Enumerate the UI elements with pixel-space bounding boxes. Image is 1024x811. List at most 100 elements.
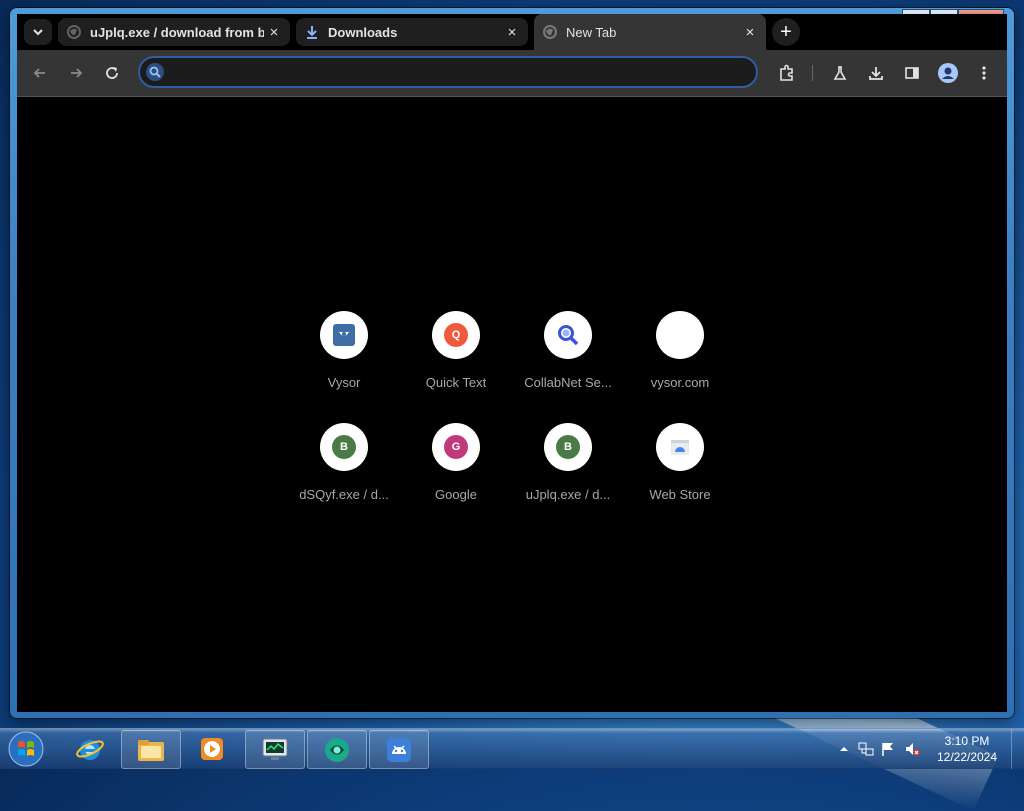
shortcut-label: CollabNet Se...	[524, 375, 612, 390]
vysor-icon	[333, 324, 355, 346]
volume-button[interactable]	[904, 741, 920, 757]
windows-start-icon	[8, 731, 44, 767]
shortcut-icon-tile: B	[544, 423, 592, 471]
close-tab-button[interactable]: ×	[502, 24, 522, 41]
taskbar-media-player[interactable]	[183, 730, 241, 767]
extensions-button[interactable]	[775, 61, 799, 85]
task-manager-icon	[262, 738, 288, 760]
collabnet-icon	[558, 325, 579, 346]
shortcut-icon-tile	[320, 311, 368, 359]
windows-taskbar: 3:10 PM 12/22/2024	[0, 728, 1024, 769]
system-tray: 3:10 PM 12/22/2024	[834, 729, 1024, 769]
extensions-icon	[780, 64, 793, 81]
clock-date: 12/22/2024	[936, 750, 998, 764]
web-store-icon	[671, 440, 689, 455]
globe-icon	[542, 24, 558, 40]
taskbar-app[interactable]	[307, 730, 367, 769]
tab-downloads[interactable]: Downloads ×	[296, 18, 528, 46]
browser-window: ▁ □ ✕ uJplq.exe / download from ba × Dow…	[10, 8, 1014, 718]
internet-explorer-icon	[76, 739, 104, 760]
clock-time: 3:10 PM	[944, 734, 990, 748]
forward-button[interactable]	[64, 61, 88, 85]
shortcut-label: Web Store	[649, 487, 711, 502]
side-panel-button[interactable]	[900, 61, 924, 85]
taskbar-clock[interactable]: 3:10 PM 12/22/2024	[932, 733, 1002, 765]
chrome-app: uJplq.exe / download from ba × Downloads…	[17, 14, 1007, 712]
volume-muted-icon	[906, 743, 920, 756]
close-tab-button[interactable]: ×	[740, 24, 760, 41]
shortcut-icon-tile	[656, 423, 704, 471]
address-bar[interactable]	[138, 56, 758, 88]
shortcut-ujplq[interactable]: B uJplq.exe / d...	[512, 423, 624, 535]
taskbar-android[interactable]	[369, 730, 429, 769]
toolbar-divider	[812, 65, 813, 81]
letter-b-icon: B	[556, 435, 580, 459]
back-button[interactable]	[28, 61, 52, 85]
menu-button[interactable]	[972, 61, 996, 85]
tab-title: Downloads	[328, 24, 398, 40]
tab-title: uJplq.exe / download from ba	[90, 24, 264, 40]
new-tab-button[interactable]: +	[772, 18, 800, 46]
shortcut-icon-tile: Q	[432, 311, 480, 359]
shortcut-label: vysor.com	[650, 375, 710, 390]
close-tab-button[interactable]: ×	[264, 24, 284, 41]
arrow-right-icon	[71, 68, 83, 78]
tab-new-tab[interactable]: New Tab ×	[534, 14, 766, 50]
shortcut-collabnet[interactable]: CollabNet Se...	[512, 311, 624, 423]
search-icon	[146, 63, 164, 81]
reload-icon	[106, 67, 118, 79]
tab-title: New Tab	[566, 24, 617, 40]
shortcut-icon-tile: B	[320, 423, 368, 471]
downloads-button[interactable]	[864, 61, 888, 85]
app-icon	[325, 737, 349, 762]
shortcut-vysor-com[interactable]: vysor.com	[624, 311, 736, 423]
labs-button[interactable]	[828, 61, 852, 85]
letter-g-icon: G	[444, 435, 468, 459]
shortcut-web-store[interactable]: Web Store	[624, 423, 736, 535]
show-hidden-icon	[840, 747, 848, 751]
profile-button[interactable]	[936, 61, 960, 85]
profile-icon	[938, 63, 958, 83]
shortcut-quick-text[interactable]: Q Quick Text	[400, 311, 512, 423]
file-explorer-icon	[138, 739, 164, 761]
shortcut-icon-tile: G	[432, 423, 480, 471]
globe-icon	[66, 24, 82, 40]
letter-b-icon: B	[332, 435, 356, 459]
action-center-icon	[882, 743, 893, 756]
show-hidden-icons-button[interactable]	[836, 741, 852, 757]
reload-button[interactable]	[100, 61, 124, 85]
network-button[interactable]	[858, 741, 874, 757]
shortcut-dsqyf[interactable]: B dSQyf.exe / d...	[288, 423, 400, 535]
browser-toolbar	[17, 50, 1007, 96]
shortcut-vysor[interactable]: Vysor	[288, 311, 400, 423]
android-icon	[387, 737, 411, 762]
shortcuts-grid: Vysor Q Quick Text CollabNet Se... vysor…	[17, 97, 1007, 712]
media-player-icon	[201, 737, 223, 760]
shortcut-google[interactable]: G Google	[400, 423, 512, 535]
tab-strip: uJplq.exe / download from ba × Downloads…	[17, 14, 1007, 50]
address-input[interactable]	[170, 62, 744, 84]
tab-ujplq[interactable]: uJplq.exe / download from ba ×	[58, 18, 290, 46]
shortcut-label: Vysor	[327, 375, 361, 390]
taskbar-file-explorer[interactable]	[121, 730, 181, 769]
start-button[interactable]	[6, 730, 46, 768]
shortcut-icon-tile	[544, 311, 592, 359]
shortcut-label: dSQyf.exe / d...	[299, 487, 389, 502]
download-icon	[869, 67, 883, 80]
download-icon	[304, 24, 320, 40]
side-panel-icon	[905, 67, 919, 79]
taskbar-internet-explorer[interactable]	[61, 730, 119, 767]
tab-search-button[interactable]	[24, 19, 52, 45]
show-desktop-button[interactable]	[1011, 729, 1024, 769]
network-icon	[858, 742, 874, 756]
labs-icon	[833, 66, 847, 80]
shortcut-label: uJplq.exe / d...	[525, 487, 611, 502]
quick-text-icon: Q	[444, 323, 468, 347]
chevron-down-icon	[33, 29, 43, 36]
arrow-left-icon	[33, 68, 45, 78]
action-center-button[interactable]	[880, 741, 896, 757]
blank-icon	[656, 311, 704, 359]
shortcut-label: Google	[435, 487, 477, 502]
taskbar-task-manager[interactable]	[245, 730, 305, 769]
menu-icon	[982, 66, 986, 80]
